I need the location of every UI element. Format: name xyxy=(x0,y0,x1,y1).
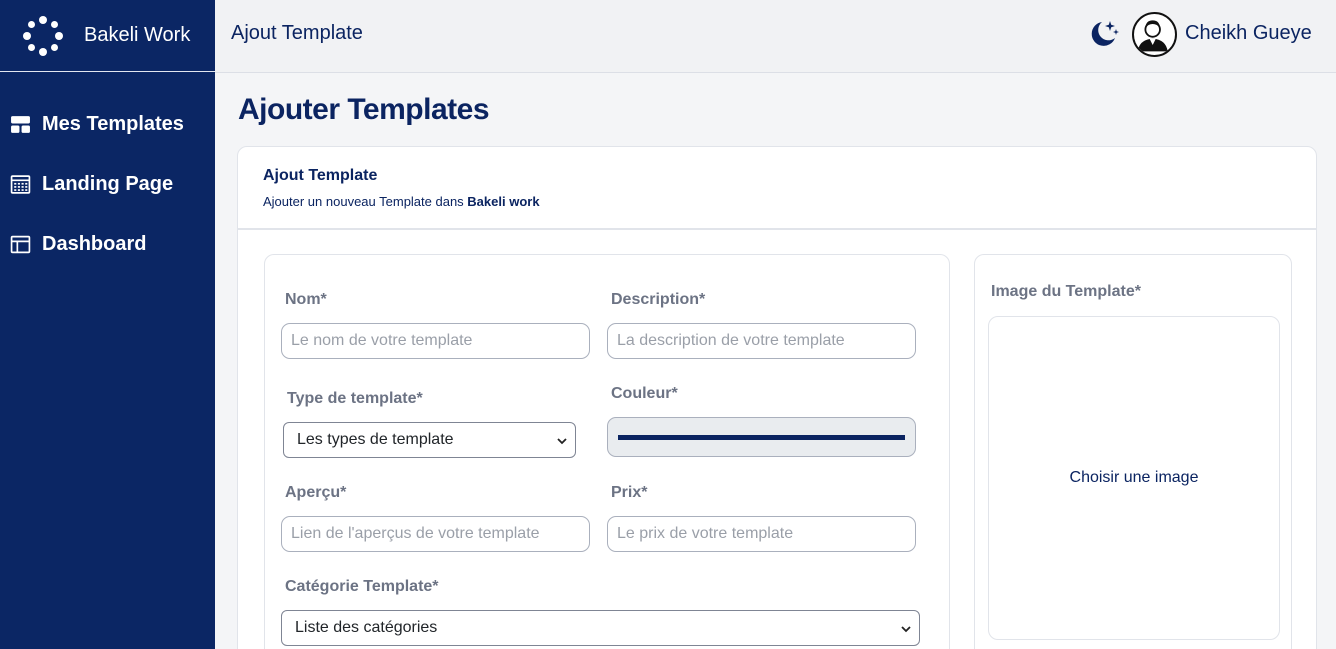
layout-grid-icon xyxy=(11,115,30,133)
card-subtitle-text: Ajouter un nouveau Template dans xyxy=(263,194,468,209)
add-template-card: Ajout Template Ajouter un nouveau Templa… xyxy=(237,146,1317,649)
couleur-picker[interactable] xyxy=(607,417,916,457)
type-select[interactable]: Les types de template xyxy=(283,422,576,458)
moon-stars-icon[interactable] xyxy=(1085,16,1121,52)
type-label: Type de template* xyxy=(287,390,423,407)
nom-label: Nom* xyxy=(285,291,327,308)
brand[interactable]: Bakeli Work xyxy=(0,0,215,72)
chevron-down-icon xyxy=(557,438,567,445)
image-panel: Image du Template* Choisir une image xyxy=(974,254,1292,649)
user-avatar-icon xyxy=(1137,20,1168,52)
prix-input[interactable] xyxy=(607,516,916,552)
avatar[interactable] xyxy=(1132,12,1177,57)
brand-name: Bakeli Work xyxy=(84,24,191,46)
dashboard-layout-icon xyxy=(10,235,31,253)
color-swatch xyxy=(618,435,905,440)
sidebar-nav: Mes Templates Landing Page Dashboard xyxy=(0,94,215,274)
description-label: Description* xyxy=(611,291,706,308)
spinner-dots-icon xyxy=(22,15,64,57)
image-upload-area[interactable]: Choisir une image xyxy=(988,316,1280,640)
sidebar-item-dashboard[interactable]: Dashboard xyxy=(0,214,215,274)
nom-input[interactable] xyxy=(281,323,590,359)
sidebar-item-label: Mes Templates xyxy=(42,112,184,135)
description-input[interactable] xyxy=(607,323,916,359)
header-title: Ajout Template xyxy=(231,22,363,44)
sidebar-item-mes-templates[interactable]: Mes Templates xyxy=(0,94,215,154)
sidebar-item-label: Landing Page xyxy=(42,172,174,195)
categorie-select-value: Liste des catégories xyxy=(295,619,438,636)
card-subtitle-brand: Bakeli work xyxy=(467,194,540,209)
couleur-label: Couleur* xyxy=(611,385,678,402)
sidebar-item-label: Dashboard xyxy=(42,232,147,255)
type-select-value: Les types de template xyxy=(297,431,454,448)
page-title: Ajouter Templates xyxy=(238,93,490,126)
image-label: Image du Template* xyxy=(991,283,1141,300)
choose-image-label: Choisir une image xyxy=(1069,469,1199,486)
template-form: Nom* Description* Type de template* Les … xyxy=(264,254,950,649)
landing-page-icon xyxy=(10,174,31,194)
top-bar: Ajout Template Cheikh Gueye xyxy=(215,0,1336,73)
apercu-input[interactable] xyxy=(281,516,590,552)
user-name[interactable]: Cheikh Gueye xyxy=(1185,22,1312,45)
sidebar: Bakeli Work Mes Templates Landing Page D… xyxy=(0,0,215,649)
apercu-label: Aperçu* xyxy=(285,484,347,501)
sidebar-item-landing-page[interactable]: Landing Page xyxy=(0,154,215,214)
categorie-label: Catégorie Template* xyxy=(285,578,439,595)
prix-label: Prix* xyxy=(611,484,648,501)
card-header: Ajout Template Ajouter un nouveau Templa… xyxy=(238,147,1316,230)
categorie-select[interactable]: Liste des catégories xyxy=(281,610,920,646)
chevron-down-icon xyxy=(901,626,911,633)
card-title: Ajout Template xyxy=(263,167,378,184)
card-subtitle: Ajouter un nouveau Template dans Bakeli … xyxy=(263,194,1316,209)
